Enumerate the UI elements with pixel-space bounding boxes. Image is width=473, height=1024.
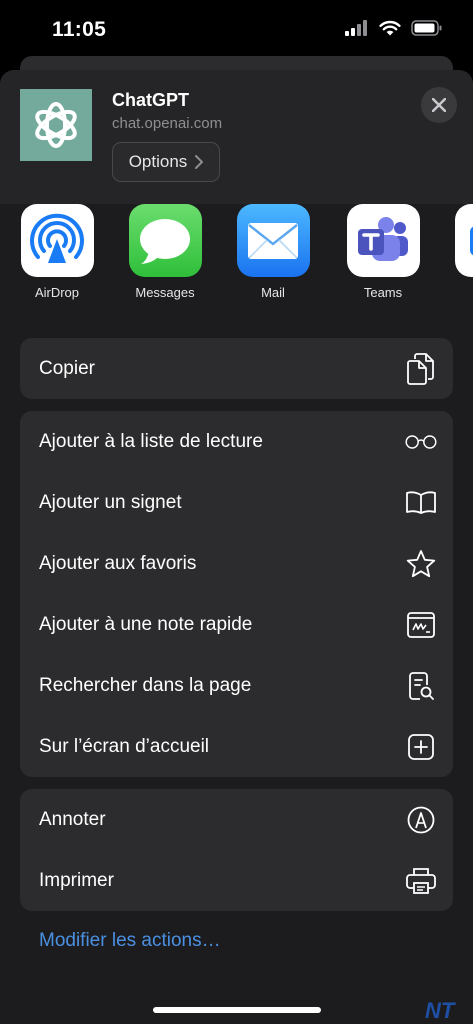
share-app-label: Messages [135, 285, 195, 300]
action-reading-list[interactable]: Ajouter à la liste de lecture [20, 411, 453, 472]
close-icon [432, 98, 446, 112]
action-add-bookmark[interactable]: Ajouter un signet [20, 472, 453, 533]
share-app-airdrop[interactable]: AirDrop [12, 204, 102, 300]
close-button[interactable] [421, 87, 457, 123]
chevron-right-icon [195, 155, 204, 169]
actions-group-copy: Copier [20, 338, 453, 399]
partial-app-icon: O [454, 204, 473, 277]
find-in-page-icon [405, 670, 437, 702]
airdrop-icon [20, 204, 94, 277]
share-app-partial[interactable]: O C [446, 204, 473, 300]
action-quick-note[interactable]: Ajouter à une note rapide [20, 594, 453, 655]
cellular-signal-icon [345, 20, 367, 36]
share-sheet-header: ChatGPT chat.openai.com Options [0, 70, 473, 204]
star-icon [405, 548, 437, 580]
share-app-teams[interactable]: Teams [338, 204, 428, 300]
page-url: chat.openai.com [112, 115, 223, 132]
actions-group-page: Ajouter à la liste de lecture Ajouter un… [20, 411, 453, 777]
chatgpt-thumbnail [20, 89, 92, 161]
markup-icon [405, 804, 437, 836]
action-find-in-page[interactable]: Rechercher dans la page [20, 655, 453, 716]
share-app-mail[interactable]: Mail [228, 204, 318, 300]
quick-note-icon [405, 609, 437, 641]
wifi-icon [379, 20, 401, 36]
status-bar: 11:05 [0, 0, 473, 62]
openai-logo-icon [35, 102, 77, 148]
options-button[interactable]: Options [112, 142, 220, 182]
home-indicator [153, 1007, 321, 1013]
options-label: Options [128, 152, 188, 171]
share-app-label: C [446, 285, 473, 300]
page-title: ChatGPT [112, 90, 190, 110]
share-app-label: Mail [261, 285, 285, 300]
teams-icon [346, 204, 420, 277]
action-label: Annoter [39, 808, 106, 830]
action-copy[interactable]: Copier [20, 338, 453, 399]
action-label: Ajouter à la liste de lecture [39, 430, 263, 452]
action-label: Copier [39, 357, 95, 379]
share-app-messages[interactable]: Messages [120, 204, 210, 300]
share-app-label: Teams [363, 285, 403, 300]
action-label: Ajouter aux favoris [39, 552, 197, 574]
copy-icon [405, 352, 437, 385]
action-markup[interactable]: Annoter [20, 789, 453, 850]
actions-group-tools: Annoter Imprimer [20, 789, 453, 911]
action-label: Rechercher dans la page [39, 674, 252, 696]
edit-actions-link[interactable]: Modifier les actions… [39, 930, 221, 952]
action-label: Imprimer [39, 869, 114, 891]
share-app-label: AirDrop [34, 285, 80, 300]
action-add-home-screen[interactable]: Sur l’écran d’accueil [20, 716, 453, 777]
glasses-icon [405, 426, 437, 458]
action-print[interactable]: Imprimer [20, 850, 453, 911]
status-icons [345, 20, 443, 36]
mail-icon [236, 204, 310, 277]
status-time: 11:05 [52, 18, 107, 41]
printer-icon [405, 865, 437, 897]
watermark-logo: NT [425, 998, 455, 1023]
share-sheet: ChatGPT chat.openai.com Options AirDrop … [0, 70, 473, 1024]
action-label: Ajouter à une note rapide [39, 613, 253, 635]
book-icon [405, 487, 437, 519]
action-label: Sur l’écran d’accueil [39, 735, 210, 757]
action-label: Ajouter un signet [39, 491, 182, 513]
action-add-favorites[interactable]: Ajouter aux favoris [20, 533, 453, 594]
battery-icon [411, 20, 442, 36]
messages-icon [128, 204, 202, 277]
add-square-icon [405, 731, 437, 763]
share-apps-row: AirDrop Messages Mail Teams [0, 204, 473, 314]
